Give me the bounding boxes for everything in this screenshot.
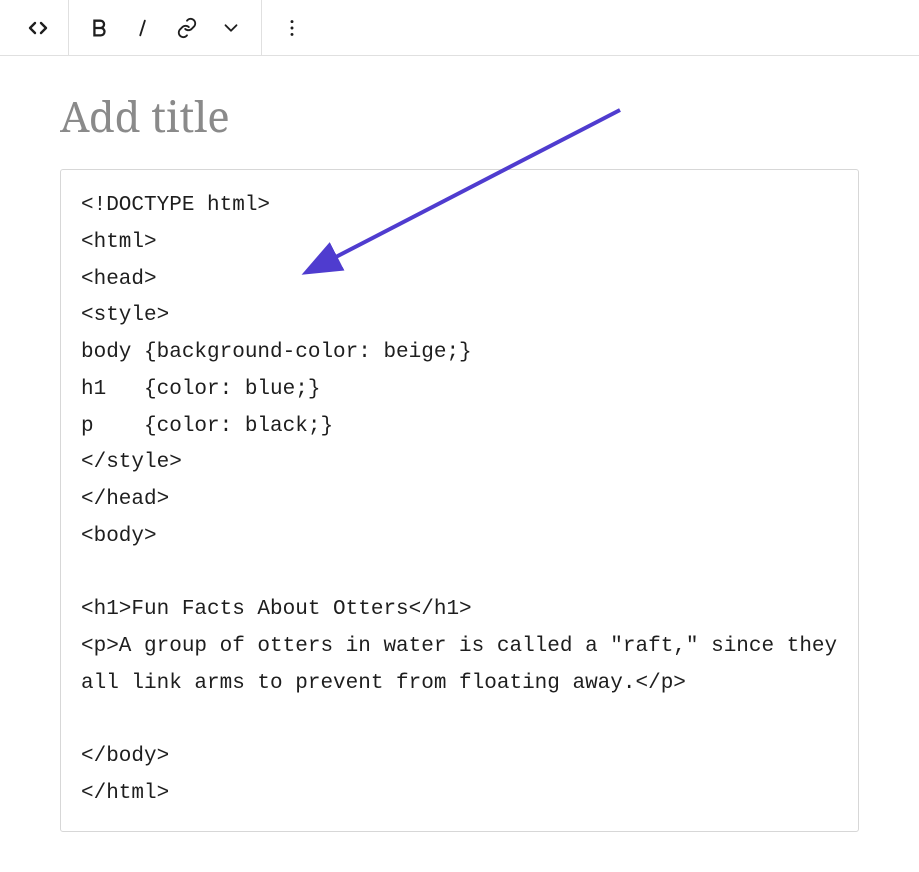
html-code-block[interactable]: <!DOCTYPE html> <html> <head> <style> bo…: [60, 169, 859, 832]
code-toggle-button[interactable]: [16, 6, 60, 50]
toolbar-group-options: [262, 0, 322, 55]
italic-button[interactable]: [121, 6, 165, 50]
toolbar-group-format: [69, 0, 262, 55]
chevron-down-icon: [220, 17, 242, 39]
code-icon: [26, 16, 50, 40]
more-formatting-button[interactable]: [209, 6, 253, 50]
link-icon: [176, 17, 198, 39]
block-toolbar: [0, 0, 919, 56]
options-button[interactable]: [270, 6, 314, 50]
bold-button[interactable]: [77, 6, 121, 50]
more-vertical-icon: [281, 17, 303, 39]
bold-icon: [88, 17, 110, 39]
editor-area: <!DOCTYPE html> <html> <head> <style> bo…: [0, 56, 919, 872]
link-button[interactable]: [165, 6, 209, 50]
title-input[interactable]: [60, 84, 859, 169]
toolbar-group-block: [8, 0, 69, 55]
italic-icon: [132, 17, 154, 39]
